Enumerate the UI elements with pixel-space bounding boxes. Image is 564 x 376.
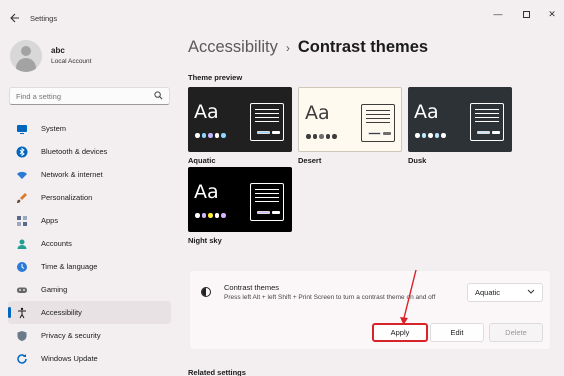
theme-window-icon — [361, 104, 395, 142]
theme-color-dots — [195, 133, 226, 138]
sidebar-item-label: Apps — [41, 216, 59, 225]
search-input[interactable] — [16, 91, 154, 101]
controller-icon — [16, 284, 28, 296]
sidebar-item-label: Windows Update — [41, 354, 98, 363]
theme-name-aquatic: Aquatic — [188, 156, 216, 165]
bluetooth-icon — [16, 146, 28, 158]
sidebar-item-windows-update[interactable]: Windows Update — [8, 347, 171, 370]
contrast-themes-card: Contrast themes Press left Alt + left Sh… — [189, 270, 551, 350]
theme-window-icon — [470, 103, 504, 141]
theme-sample-text: Aa — [414, 101, 439, 123]
app-title: Settings — [30, 14, 58, 23]
sidebar-item-label: System — [41, 124, 67, 133]
edit-button[interactable]: Edit — [430, 323, 484, 342]
breadcrumb-parent[interactable]: Accessibility — [188, 38, 278, 57]
theme-window-icon — [250, 183, 284, 221]
sidebar-item-apps[interactable]: Apps — [8, 209, 171, 232]
theme-color-dots — [415, 133, 446, 138]
accessibility-icon — [16, 307, 28, 319]
chevron-down-icon — [527, 289, 535, 296]
breadcrumb: Accessibility › Contrast themes — [188, 38, 428, 57]
theme-color-dots — [195, 213, 226, 218]
sidebar-item-accounts[interactable]: Accounts — [8, 232, 171, 255]
page-title: Contrast themes — [297, 38, 429, 56]
sidebar-item-privacy-security[interactable]: Privacy & security — [8, 324, 171, 347]
theme-sample-text: Aa — [194, 101, 219, 123]
sidebar-item-label: Bluetooth & devices — [41, 147, 108, 156]
apply-button[interactable]: Apply — [372, 323, 428, 342]
theme-preview-aquatic: Aa — [188, 87, 292, 152]
theme-preview-dusk: Aa — [408, 87, 512, 152]
account-type: Local Account — [51, 58, 92, 65]
minimize-button[interactable]: — — [490, 8, 506, 20]
search-box[interactable] — [9, 87, 170, 105]
arrow-left-icon — [10, 13, 19, 23]
maximize-button[interactable] — [518, 8, 534, 20]
theme-sample-text: Aa — [305, 102, 330, 124]
active-indicator — [8, 307, 11, 318]
title-bar: Settings — ✕ — [0, 0, 564, 36]
theme-color-dots — [306, 134, 337, 139]
sidebar-item-label: Accounts — [41, 239, 72, 248]
user-name: abc — [51, 46, 65, 55]
breadcrumb-separator: › — [285, 40, 290, 55]
close-button[interactable]: ✕ — [544, 8, 560, 20]
sidebar-item-gaming[interactable]: Gaming — [8, 278, 171, 301]
update-icon — [16, 353, 28, 365]
wifi-icon — [16, 169, 28, 181]
avatar-body — [16, 58, 36, 72]
sidebar-item-label: Gaming — [41, 285, 68, 294]
card-title: Contrast themes — [224, 283, 280, 292]
sidebar-item-label: Network & internet — [41, 170, 103, 179]
related-settings-label: Related settings — [188, 368, 246, 376]
theme-dropdown[interactable]: Aquatic — [467, 283, 543, 302]
sidebar-item-time-language[interactable]: Time & language — [8, 255, 171, 278]
theme-preview-night-sky: Aa — [188, 167, 292, 232]
delete-button[interactable]: Delete — [489, 323, 543, 342]
sidebar-item-label: Time & language — [41, 262, 98, 271]
brush-icon — [16, 192, 28, 204]
sidebar-nav: System Bluetooth & devices Network & inter… — [8, 117, 171, 370]
theme-name-night-sky: Night sky — [188, 236, 222, 245]
theme-name-dusk: Dusk — [408, 156, 427, 165]
theme-dropdown-value: Aquatic — [475, 288, 501, 297]
sidebar-item-personalization[interactable]: Personalization — [8, 186, 171, 209]
back-button[interactable] — [9, 12, 21, 24]
theme-window-icon — [250, 103, 284, 141]
sidebar-item-bluetooth-devices[interactable]: Bluetooth & devices — [8, 140, 171, 163]
apps-icon — [16, 215, 28, 227]
sidebar-item-network-internet[interactable]: Network & internet — [8, 163, 171, 186]
theme-sample-text: Aa — [194, 181, 219, 203]
theme-preview-label: Theme preview — [188, 73, 243, 82]
sidebar-item-label: Privacy & security — [41, 331, 101, 340]
card-description: Press left Alt + left Shift + Print Scre… — [224, 294, 436, 301]
sidebar-item-accessibility[interactable]: Accessibility — [8, 301, 171, 324]
contrast-icon — [201, 287, 211, 297]
maximize-icon — [522, 10, 530, 18]
avatar[interactable] — [10, 40, 42, 72]
theme-preview-desert: Aa — [298, 87, 402, 152]
shield-icon — [16, 330, 28, 342]
person-icon — [16, 238, 28, 250]
system-icon — [16, 123, 28, 135]
search-icon[interactable] — [154, 90, 163, 102]
globe-clock-icon — [16, 261, 28, 273]
sidebar-item-system[interactable]: System — [8, 117, 171, 140]
theme-name-desert: Desert — [298, 156, 322, 165]
sidebar-item-label: Personalization — [41, 193, 93, 202]
avatar-head — [21, 46, 31, 56]
sidebar-item-label: Accessibility — [41, 308, 82, 317]
